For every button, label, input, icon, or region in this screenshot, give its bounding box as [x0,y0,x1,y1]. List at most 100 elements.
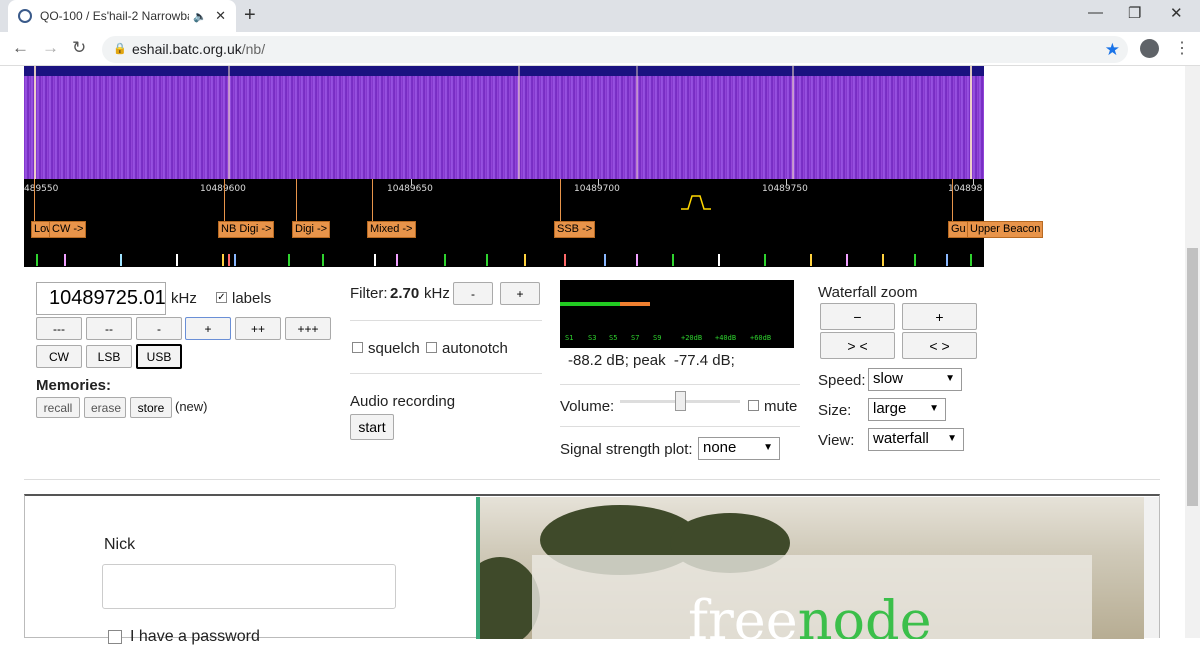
labels-checkbox[interactable]: ✓ [216,292,227,303]
reload-icon[interactable]: ↻ [72,38,86,58]
speed-label: Speed: [818,372,866,389]
meter-peak-bar [620,302,650,306]
mode-lsb-button[interactable]: LSB [86,345,132,368]
step-button[interactable]: --- [36,317,82,340]
band-label[interactable]: Upper Beacon [967,221,1044,238]
frequency-scale[interactable]: 489550 10489600 10489650 10489700 104897… [24,179,1044,267]
nick-input[interactable] [102,564,396,609]
scale-tick-label: 104898 [948,184,983,194]
new-tab-icon[interactable]: + [244,4,256,27]
size-select-value: large [873,400,907,417]
tree-shape [480,557,540,639]
frequency-unit: kHz [171,290,197,307]
band-label[interactable]: Digi -> [292,221,331,238]
account-icon[interactable] [1140,39,1159,58]
zoom-out-button[interactable]: − [820,303,895,330]
channel-marker [914,254,916,266]
filter-unit: kHz [424,285,450,302]
mode-cw-button[interactable]: CW [36,345,82,368]
scrollbar-thumb[interactable] [1187,248,1198,506]
minimize-icon[interactable]: — [1088,4,1103,21]
zoom-center-button[interactable]: > < [820,332,895,359]
address-bar: ← → ↻ 🔒 eshail.batc.org.uk/nb/ ★ [0,32,1200,66]
url-path: /nb/ [241,41,266,57]
plot-select[interactable]: none ▼ [698,437,780,460]
squelch-checkbox[interactable] [352,342,363,353]
channel-marker [636,254,638,266]
forward-icon[interactable]: → [42,38,59,58]
step-button[interactable]: + [185,317,231,340]
site-favicon-icon [18,9,32,23]
channel-marker [718,254,720,266]
view-select[interactable]: waterfall ▼ [868,428,964,451]
channel-marker [120,254,122,266]
memories-heading: Memories: [36,377,112,394]
channel-marker [234,254,236,266]
page-scrollbar[interactable] [1185,66,1200,638]
step-button[interactable]: ++ [235,317,281,340]
band-guide [952,179,953,221]
browser-tab[interactable]: QO-100 / Es'hail-2 Narrowba 🔈 ✕ [8,0,236,32]
channel-marker [524,254,526,266]
chevron-down-icon: ▼ [947,433,957,444]
labels-label: labels [232,290,272,307]
plot-select-value: none [703,439,737,456]
channel-marker [288,254,290,266]
band-label[interactable]: Mixed -> [367,221,416,238]
channel-marker [486,254,488,266]
mute-checkbox[interactable] [748,400,759,411]
memory-status: (new) [175,399,208,414]
channel-marker [374,254,376,266]
step-button[interactable]: -- [86,317,132,340]
autonotch-checkbox[interactable] [426,342,437,353]
channel-marker [444,254,446,266]
band-label[interactable]: Gu [948,221,969,238]
divider [350,320,542,321]
step-button[interactable]: - [136,317,182,340]
logo-text-free: free [688,589,798,639]
zoom-in-button[interactable]: + [902,303,977,330]
signal-meter: S1 S3 S5 S7 S9 +20dB +40dB +60dB [560,280,794,348]
filter-narrow-button[interactable]: - [453,282,493,305]
start-recording-button[interactable]: start [350,414,394,440]
tab-strip: QO-100 / Es'hail-2 Narrowba 🔈 ✕ + — ❐ ✕ [0,0,1200,32]
filter-widen-button[interactable]: + [500,282,540,305]
size-select[interactable]: large ▼ [868,398,946,421]
autonotch-label: autonotch [442,340,508,357]
password-checkbox[interactable] [108,630,122,644]
speed-select[interactable]: slow ▼ [868,368,962,391]
band-label[interactable]: SSB -> [554,221,596,238]
band-label[interactable]: CW -> [49,221,87,238]
step-button[interactable]: +++ [285,317,331,340]
memory-recall-button[interactable]: recall [36,397,80,418]
zoom-full-button[interactable]: < > [902,332,977,359]
scale-tick-label: 10489750 [762,184,808,194]
frequency-input[interactable]: 10489725.01 [36,282,166,315]
volume-label: Volume: [560,398,615,415]
close-window-icon[interactable]: ✕ [1170,4,1183,22]
size-label: Size: [818,402,852,419]
divider [560,384,800,385]
view-select-value: waterfall [873,430,929,447]
channel-marker [946,254,948,266]
memory-store-button[interactable]: store [130,397,172,418]
bookmark-star-icon[interactable]: ★ [1105,36,1120,63]
scale-tick-label: 10489700 [574,184,620,194]
memory-erase-button[interactable]: erase [84,397,126,418]
band-guide [560,179,561,221]
divider [560,426,800,427]
back-icon[interactable]: ← [12,38,29,58]
chat-scrollbar[interactable] [1144,497,1159,638]
volume-slider-thumb[interactable] [675,391,686,411]
band-guide [372,179,373,221]
band-label[interactable]: NB Digi -> [218,221,275,238]
restore-icon[interactable]: ❐ [1128,4,1141,22]
close-tab-icon[interactable]: ✕ [215,8,226,24]
mode-usb-button[interactable]: USB [136,344,182,369]
filter-value: 2.70 [390,285,420,302]
url-field[interactable]: 🔒 eshail.batc.org.uk/nb/ ★ [102,36,1128,63]
speaker-icon[interactable]: 🔈 [193,10,207,23]
menu-icon[interactable]: ⋮ [1174,38,1190,58]
waterfall-display[interactable] [24,66,984,179]
band-guide [34,179,35,221]
